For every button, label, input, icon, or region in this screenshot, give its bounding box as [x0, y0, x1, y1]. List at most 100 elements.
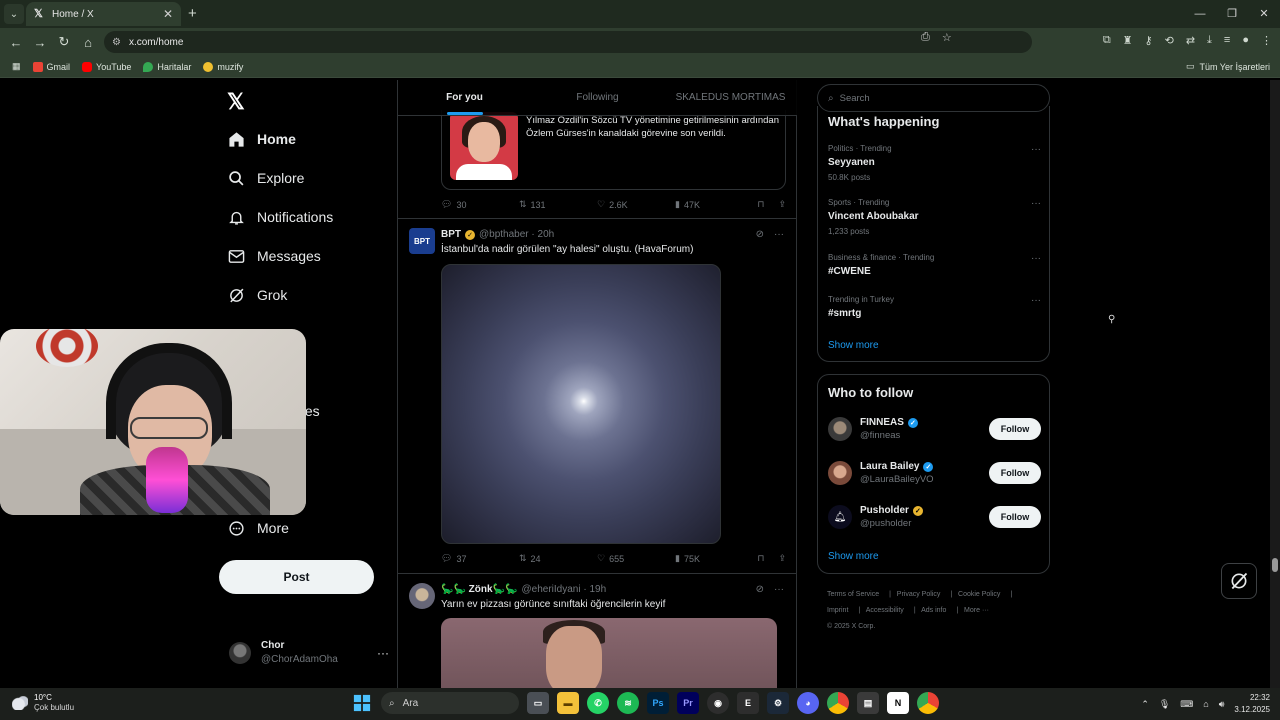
media-icon[interactable]: ≡ [1224, 34, 1230, 47]
grok-explain-icon[interactable]: ⊘ [756, 229, 764, 240]
views-button[interactable]: ▮ 75K [675, 553, 753, 564]
bookmark-muzify[interactable]: muzify [203, 61, 243, 72]
nav-messages[interactable]: Messages [227, 247, 321, 265]
account-more-icon[interactable]: ··· [377, 646, 389, 660]
chrome-active-icon[interactable] [917, 692, 939, 714]
nav-explore[interactable]: Explore [227, 169, 304, 187]
bookmark-icon[interactable]: ⊓ [757, 199, 764, 210]
spotify-icon[interactable]: ≋ [617, 692, 639, 714]
bookmark-star-icon[interactable]: ☆ [942, 31, 952, 44]
footer-link[interactable]: Accessibility [866, 607, 904, 614]
trend-item[interactable]: Trending in Turkey #smrtg ··· [828, 295, 1041, 319]
profile-avatar-icon[interactable]: ● [1242, 34, 1249, 47]
author-name[interactable]: 🦕🦕 Zönk🦕🦕 [441, 584, 517, 595]
nav-more[interactable]: More [227, 519, 289, 537]
follow-suggestion[interactable]: FINNEAS ✓ @finneas Follow [828, 412, 1041, 446]
minimize-button[interactable]: — [1184, 0, 1216, 28]
premiere-icon[interactable]: Pr [677, 692, 699, 714]
new-tab-button[interactable]: + [188, 5, 197, 22]
post-button[interactable]: Post [219, 560, 374, 594]
close-window-button[interactable]: ✕ [1248, 0, 1280, 28]
link-card[interactable]: Yılmaz Özdil'in Sözcü TV yönetimine geti… [441, 110, 786, 190]
forward-button[interactable]: → [28, 35, 52, 50]
like-button[interactable]: ♡ 2.6K [597, 199, 675, 210]
restore-button[interactable]: ❐ [1216, 0, 1248, 28]
author-handle[interactable]: @bpthaber · 20h [479, 229, 554, 240]
history-icon[interactable]: ⟲ [1165, 34, 1174, 47]
close-tab-icon[interactable]: ✕ [163, 7, 173, 21]
bookmark-icon[interactable]: ⊓ [757, 553, 764, 564]
whatsapp-icon[interactable]: ✆ [587, 692, 609, 714]
photoshop-icon[interactable]: Ps [647, 692, 669, 714]
all-bookmarks[interactable]: ▭ Tüm Yer İşaretleri [1186, 61, 1270, 72]
author-handle[interactable]: @eheriIdyani · 19h [521, 584, 606, 595]
show-more-link[interactable]: Show more [828, 340, 879, 351]
apps-icon[interactable]: ▦ [12, 61, 21, 72]
tweet-image[interactable] [441, 264, 721, 544]
account-switcher[interactable]: Chor @ChorAdamOha ··· [229, 640, 389, 665]
reply-button[interactable]: 💬︎ 37 [441, 553, 519, 564]
footer-link[interactable]: Imprint [827, 607, 848, 614]
follow-button[interactable]: Follow [989, 462, 1041, 484]
keyboard-icon[interactable]: ⌨ [1180, 699, 1193, 710]
extensions-icon[interactable]: ⧉ [1103, 34, 1111, 47]
extension-icon-2[interactable]: ⚷ [1145, 34, 1153, 47]
download-icon[interactable]: ⤓ [1207, 34, 1212, 47]
tab-list[interactable]: SKALEDUS MORTIMAS [664, 80, 797, 115]
translate-icon[interactable]: ⇄ [1186, 34, 1195, 47]
mic-icon[interactable]: 🎙︎ [1159, 699, 1170, 710]
like-button[interactable]: ♡ 655 [597, 553, 675, 564]
tweet-video[interactable] [441, 618, 777, 688]
avatar[interactable] [409, 583, 435, 609]
trend-item[interactable]: Business & finance · Trending #CWENE ··· [828, 253, 1041, 277]
page-scrollbar[interactable] [1270, 80, 1280, 688]
footer-link[interactable]: Terms of Service [827, 591, 879, 598]
file-explorer-icon[interactable]: ▬ [557, 692, 579, 714]
menu-icon[interactable]: ⋮ [1261, 34, 1272, 47]
obs-icon[interactable]: ◉ [707, 692, 729, 714]
notion-icon[interactable]: N [887, 692, 909, 714]
bookmark-maps[interactable]: Haritalar [143, 61, 191, 72]
author-name[interactable]: BPT [441, 229, 461, 240]
back-button[interactable]: ← [4, 35, 28, 50]
nav-notifications[interactable]: Notifications [227, 208, 333, 226]
scrollbar-thumb[interactable] [1272, 558, 1278, 572]
share-icon[interactable]: ⇪ [778, 199, 786, 210]
views-button[interactable]: ▮ 47K [675, 199, 753, 210]
more-options-icon[interactable]: ··· [1031, 295, 1041, 306]
footer-link[interactable]: More ··· [964, 607, 989, 614]
follow-button[interactable]: Follow [989, 418, 1041, 440]
epic-games-icon[interactable]: E [737, 692, 759, 714]
network-icon[interactable]: ⌂ [1203, 699, 1208, 709]
address-bar[interactable]: ⚙ x.com/home ⎙ ☆ [104, 31, 1032, 53]
bookmark-gmail[interactable]: Gmail [32, 61, 70, 72]
more-options-icon[interactable]: ··· [1031, 198, 1041, 209]
chrome-icon[interactable] [827, 692, 849, 714]
tab-search-button[interactable]: ⌄ [4, 4, 24, 24]
repost-button[interactable]: ⇅ 24 [519, 553, 597, 564]
browser-tab[interactable]: 𝕏 Home / X ✕ [26, 2, 181, 26]
repost-button[interactable]: ⇅ 131 [519, 199, 597, 210]
more-options-icon[interactable]: ··· [774, 584, 784, 595]
show-more-link[interactable]: Show more [828, 551, 879, 562]
footer-link[interactable]: Ads info [921, 607, 946, 614]
install-app-icon[interactable]: ⎙ [921, 31, 930, 44]
avatar[interactable]: BPT [409, 228, 435, 254]
taskbar-search[interactable]: ⌕ Ara [381, 692, 519, 714]
footer-link[interactable]: Privacy Policy [897, 591, 941, 598]
home-button[interactable]: ⌂ [76, 35, 100, 50]
reload-button[interactable]: ↻ [52, 34, 76, 50]
reply-button[interactable]: 💬︎ 30 [441, 199, 519, 210]
more-options-icon[interactable]: ··· [1031, 144, 1041, 155]
more-options-icon[interactable]: ··· [774, 229, 784, 240]
task-view-icon[interactable]: ▭ [527, 692, 549, 714]
follow-suggestion[interactable]: Laura Bailey ✓ @LauraBaileyVO Follow [828, 456, 1041, 490]
start-button[interactable] [351, 692, 373, 714]
more-options-icon[interactable]: ··· [1031, 253, 1041, 264]
weather-widget[interactable]: 10°C Çok bulutlu [12, 693, 74, 712]
follow-button[interactable]: Follow [989, 506, 1041, 528]
volume-icon[interactable]: 🔊︎ [1219, 699, 1225, 710]
follow-suggestion[interactable]: 🔔︎ Pusholder ✓ @pusholder Follow [828, 500, 1041, 534]
x-logo-icon[interactable]: 𝕏 [227, 89, 245, 115]
footer-link[interactable]: Cookie Policy [958, 591, 1000, 598]
